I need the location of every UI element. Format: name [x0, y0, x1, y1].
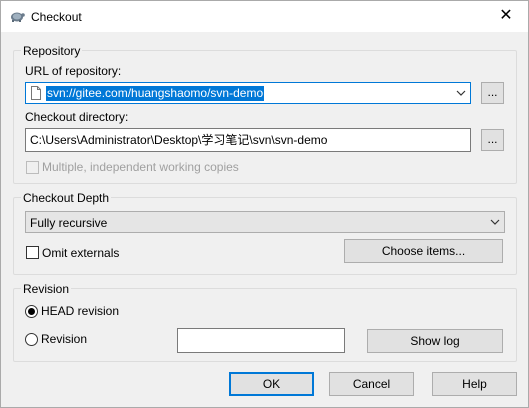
url-combobox[interactable]: svn://gitee.com/huangshaomo/svn-demo [25, 82, 471, 104]
head-revision-label: HEAD revision [41, 304, 120, 318]
checkout-depth-legend: Checkout Depth [21, 191, 112, 205]
checkout-directory-input[interactable]: C:\Users\Administrator\Desktop\学习笔记\svn\… [25, 128, 471, 152]
choose-items-button[interactable]: Choose items... [344, 239, 503, 263]
cancel-button[interactable]: Cancel [329, 372, 414, 396]
document-icon [31, 86, 41, 100]
radio-selected-dot [28, 308, 35, 315]
directory-browse-button[interactable]: ... [481, 129, 504, 151]
tortoise-app-icon [11, 12, 25, 22]
multiple-copies-label: Multiple, independent working copies [42, 160, 239, 174]
close-icon[interactable]: ✕ [490, 3, 522, 29]
omit-externals-label: Omit externals [42, 246, 120, 260]
checkout-directory-label: Checkout directory: [25, 110, 129, 124]
specific-revision-label: Revision [41, 332, 88, 346]
show-log-button[interactable]: Show log [367, 329, 503, 353]
repository-legend: Repository [21, 44, 83, 58]
head-revision-radio[interactable] [25, 305, 38, 318]
depth-dropdown[interactable]: Fully recursive [25, 211, 505, 233]
window-title: Checkout [31, 10, 82, 24]
chevron-down-icon[interactable] [456, 86, 466, 100]
url-value[interactable]: svn://gitee.com/huangshaomo/svn-demo [46, 86, 265, 101]
revision-number-input[interactable] [177, 328, 345, 353]
revision-legend: Revision [21, 282, 72, 296]
chevron-down-icon [490, 219, 500, 225]
title-bar[interactable]: Checkout ✕ [1, 1, 528, 32]
ok-button[interactable]: OK [229, 372, 314, 396]
url-label: URL of repository: [25, 64, 122, 78]
checkout-depth-group [13, 197, 517, 275]
multiple-copies-checkbox[interactable] [26, 161, 39, 174]
help-button[interactable]: Help [432, 372, 517, 396]
url-browse-button[interactable]: ... [481, 82, 504, 104]
omit-externals-checkbox[interactable] [26, 246, 39, 259]
checkout-dialog: Checkout ✕ Repository URL of repository:… [0, 0, 529, 408]
specific-revision-radio[interactable] [25, 333, 38, 346]
depth-selected-value: Fully recursive [30, 216, 108, 230]
